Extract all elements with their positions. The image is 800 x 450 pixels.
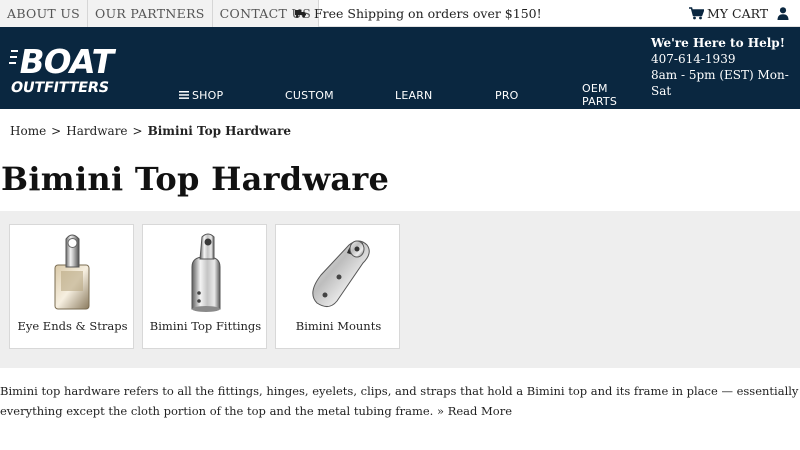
nav-shop[interactable]: SHOP <box>179 83 223 107</box>
breadcrumb-current: Bimini Top Hardware <box>147 124 292 138</box>
nav-shop-label: SHOP <box>192 88 224 102</box>
nav-oem-parts[interactable]: OEM PARTS <box>582 82 617 108</box>
page-title: Bimini Top Hardware <box>1 160 390 198</box>
category-label: Bimini Mounts <box>295 319 382 333</box>
breadcrumb-separator: > <box>132 124 143 138</box>
description-text: Bimini top hardware refers to all the fi… <box>0 384 799 418</box>
nav-learn[interactable]: LEARN <box>395 83 432 107</box>
category-label: Eye Ends & Straps <box>17 319 128 333</box>
shipping-text: Free Shipping on orders over $150! <box>314 6 542 21</box>
nav-custom[interactable]: CUSTOM <box>285 83 334 107</box>
utility-links: ABOUT US OUR PARTNERS CONTACT US <box>0 0 320 27</box>
logo-line2: OUTFITTERS <box>9 79 110 95</box>
nav-pro[interactable]: PRO <box>495 83 519 107</box>
utility-bar: ABOUT US OUR PARTNERS CONTACT US Free Sh… <box>0 0 800 27</box>
about-us-link[interactable]: ABOUT US <box>0 0 89 27</box>
help-info: We're Here to Help! 407-614-1939 8am - 5… <box>651 35 800 99</box>
main-header: BOAT OUTFITTERS SHOP CUSTOM LEARN PRO OE… <box>0 27 800 109</box>
help-phone[interactable]: 407-614-1939 <box>651 51 800 67</box>
boat-outfitters-logo[interactable]: BOAT OUTFITTERS <box>9 41 129 95</box>
category-card-bimini-top-fittings[interactable]: Bimini Top Fittings <box>142 224 267 349</box>
help-title: We're Here to Help! <box>651 36 785 50</box>
bimini-mount-icon <box>276 231 401 315</box>
bimini-top-fitting-icon <box>143 231 268 315</box>
logo-line1: BOAT <box>16 42 118 81</box>
my-cart-link[interactable]: MY CART <box>689 0 768 27</box>
category-card-bimini-mounts[interactable]: Bimini Mounts <box>275 224 400 349</box>
menu-icon <box>179 91 189 99</box>
read-more-link[interactable]: » Read More <box>437 404 512 418</box>
breadcrumb-separator: > <box>51 124 62 138</box>
category-description: Bimini top hardware refers to all the fi… <box>0 381 800 421</box>
help-hours: 8am - 5pm (EST) Mon-Sat <box>651 68 789 98</box>
breadcrumb-home[interactable]: Home <box>10 124 46 138</box>
eye-end-fitting-icon <box>10 231 135 315</box>
our-partners-link[interactable]: OUR PARTNERS <box>88 0 213 27</box>
breadcrumb-hardware[interactable]: Hardware <box>66 124 127 138</box>
category-card-eye-ends[interactable]: Eye Ends & Straps <box>9 224 134 349</box>
breadcrumb: Home > Hardware > Bimini Top Hardware <box>10 124 291 138</box>
truck-icon <box>295 10 306 18</box>
user-icon[interactable] <box>777 7 789 20</box>
shipping-notice: Free Shipping on orders over $150! <box>295 0 542 27</box>
category-label: Bimini Top Fittings <box>149 319 262 333</box>
cart-label: MY CART <box>707 6 769 21</box>
category-grid: Eye Ends & Straps Bimini Top Fittings Bi… <box>0 211 800 368</box>
shopping-cart-icon <box>689 7 704 20</box>
